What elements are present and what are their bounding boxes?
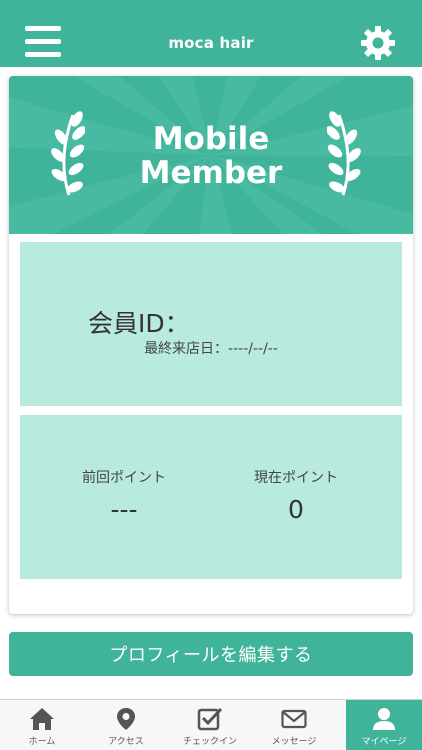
app-header: moca hair xyxy=(0,0,422,67)
member-card: Mobile Member 会員ID： 最終来店日：----/--/-- 前回ポ… xyxy=(9,76,413,614)
laurel-right-icon xyxy=(327,111,361,196)
tab-access[interactable]: アクセス xyxy=(84,700,168,750)
gear-icon[interactable] xyxy=(360,25,396,61)
user-icon xyxy=(373,708,395,730)
map-pin-icon xyxy=(117,708,135,730)
tab-message-label: メッセージ xyxy=(271,737,317,747)
home-icon xyxy=(30,708,54,730)
tab-home-label: ホーム xyxy=(28,737,56,747)
edit-profile-button[interactable]: プロフィールを編集する xyxy=(9,632,413,676)
points-panel: 前回ポイント --- 現在ポイント 0 xyxy=(20,415,402,579)
tab-mypage-label: マイページ xyxy=(361,737,407,747)
tab-access-label: アクセス xyxy=(108,737,144,747)
tab-message[interactable]: メッセージ xyxy=(252,700,336,750)
tab-home[interactable]: ホーム xyxy=(0,700,84,750)
member-id-panel: 会員ID： 最終来店日：----/--/-- xyxy=(20,242,402,406)
tab-checkin-label: チェックイン xyxy=(182,737,237,747)
previous-points-value: --- xyxy=(110,495,138,524)
current-points-label: 現在ポイント xyxy=(254,470,338,486)
checkbox-icon xyxy=(197,707,223,731)
member-id-label: 会員ID： xyxy=(88,309,190,338)
tab-checkin[interactable]: チェックイン xyxy=(168,700,252,750)
bottom-tab-bar: ホーム アクセス チェックイン メッセージ マイページ xyxy=(0,699,422,750)
previous-points-label: 前回ポイント xyxy=(82,470,166,486)
member-banner: Mobile Member xyxy=(9,76,413,234)
tab-mypage[interactable]: マイページ xyxy=(346,700,422,750)
envelope-icon xyxy=(281,709,307,729)
last-visit-date: 最終来店日：----/--/-- xyxy=(144,341,278,357)
app-title: moca hair xyxy=(168,34,254,52)
current-points-value: 0 xyxy=(288,495,304,524)
